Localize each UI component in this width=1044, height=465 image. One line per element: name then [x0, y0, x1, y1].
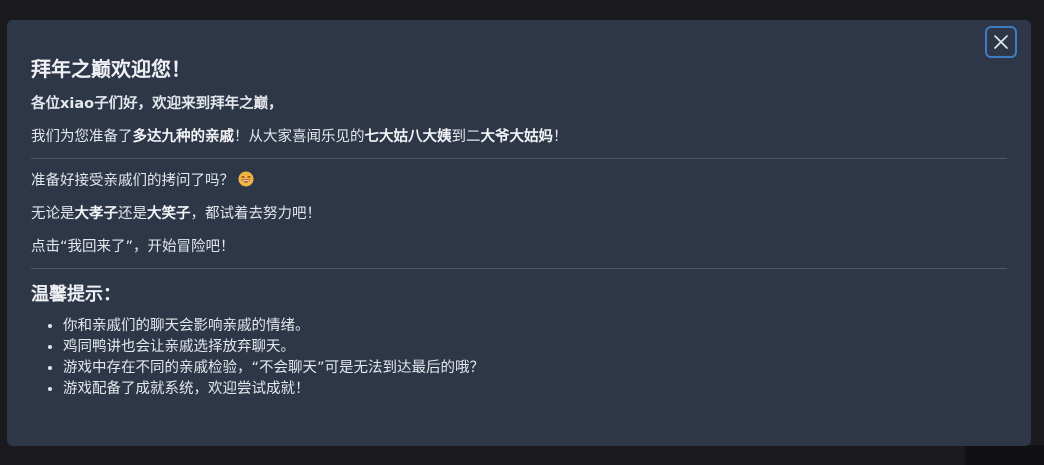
start-instruction-text: 点击“我回来了”，开始冒险吧！	[31, 239, 235, 255]
encourage-part-3: ，都试着去努力吧！	[190, 206, 322, 222]
encourage-part-1: 无论是	[31, 206, 75, 222]
intro-bold-1: 多达九种的亲戚	[132, 129, 235, 145]
tip-item: 游戏中存在不同的亲戚检验，“不会聊天”可是无法到达最后的哦？	[63, 358, 1007, 379]
modal-title: 拜年之巅欢迎您！	[31, 57, 191, 81]
intro-part-1: 我们为您准备了	[31, 129, 133, 145]
question-text: 准备好接受亲戚们的拷问了吗？	[31, 171, 1007, 191]
intro-bold-2: 七大姑八大姨	[364, 129, 452, 145]
intro-text: 我们为您准备了多达九种的亲戚！从大家喜闻乐见的七大姑八大姨到二大爷大姑妈！	[31, 127, 1007, 147]
encourage-bold-2: 大笑子	[147, 206, 191, 222]
intro-bold-3: 大爷大姑妈	[480, 129, 554, 145]
question-label: 准备好接受亲戚们的拷问了吗？	[31, 173, 234, 189]
tip-item: 鸡同鸭讲也会让亲戚选择放弃聊天。	[63, 337, 1007, 358]
tip-item: 你和亲戚们的聊天会影响亲戚的情绪。	[63, 316, 1007, 337]
greeting-text: 各位xiao子们好，欢迎来到拜年之巅，	[31, 96, 283, 112]
intro-part-4: ！	[553, 129, 568, 145]
tips-list: 你和亲戚们的聊天会影响亲戚的情绪。 鸡同鸭讲也会让亲戚选择放弃聊天。 游戏中存在…	[31, 316, 1007, 400]
encourage-text: 无论是大孝子还是大笑子，都试着去努力吧！	[31, 204, 1007, 224]
close-button[interactable]	[985, 26, 1017, 58]
divider	[31, 158, 1007, 159]
smile-emoji-icon	[238, 171, 254, 187]
encourage-bold-1: 大孝子	[74, 206, 119, 222]
intro-part-2: ！从大家喜闻乐见的	[234, 129, 365, 145]
intro-part-3: 到二	[451, 129, 481, 145]
background-panel-edge	[965, 445, 1044, 465]
welcome-modal: 拜年之巅欢迎您！ 各位xiao子们好，欢迎来到拜年之巅， 我们为您准备了多达九种…	[7, 20, 1031, 446]
divider	[31, 268, 1007, 269]
close-icon	[994, 35, 1008, 49]
tip-item: 游戏配备了成就系统，欢迎尝试成就！	[63, 379, 1007, 400]
encourage-part-2: 还是	[118, 206, 147, 222]
tips-title: 温馨提示：	[31, 284, 121, 305]
